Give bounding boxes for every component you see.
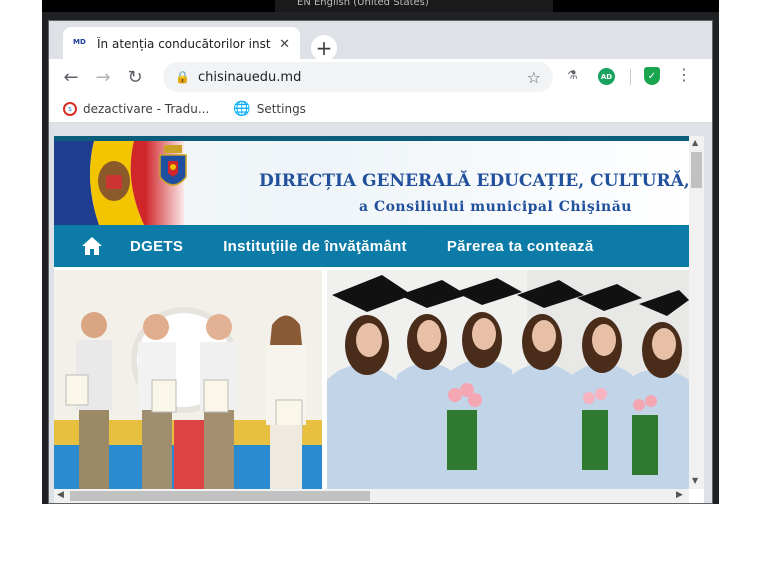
nav-item-dgets[interactable]: DGETS xyxy=(130,238,183,255)
banner-subtitle: a Consiliului municipal Chişinău xyxy=(359,199,632,215)
nav-item-parerea[interactable]: Părerea ta contează xyxy=(447,238,594,255)
site-favicon: MD xyxy=(73,38,86,46)
bookmark-star-icon[interactable]: ☆ xyxy=(527,68,541,87)
translate-bookmark-icon: s xyxy=(63,101,77,116)
scroll-left-arrow-icon[interactable]: ◀ xyxy=(57,490,64,500)
new-tab-button[interactable]: + xyxy=(311,35,337,61)
page-viewport: DIRECȚIA GENERALĂ EDUCAȚIE, CULTURĂ, TIN… xyxy=(54,136,704,503)
nav-item-institutii[interactable]: Instituţiile de învăţământ xyxy=(223,238,407,255)
reload-button[interactable]: ↻ xyxy=(119,67,151,88)
tab-title: În atenția conducătorilor instituți xyxy=(97,37,271,51)
adblock-extension-icon[interactable]: AD xyxy=(598,68,615,85)
extension-icon[interactable]: ⚗ xyxy=(567,68,578,82)
screenshot: EN English (United States) — ▢ ✕ MD În a… xyxy=(0,0,765,562)
graduates-in-caps-photo[interactable] xyxy=(327,270,689,489)
site-banner: DIRECȚIA GENERALĂ EDUCAȚIE, CULTURĂ, TIN… xyxy=(54,141,689,225)
lock-icon[interactable]: 🔒 xyxy=(175,70,190,84)
scroll-down-arrow-icon[interactable]: ▼ xyxy=(692,476,698,485)
bookmark-settings[interactable]: Settings xyxy=(257,102,306,116)
horizontal-scroll-thumb[interactable] xyxy=(70,491,370,501)
horizontal-scrollbar[interactable]: ◀ ▶ xyxy=(54,489,689,503)
vertical-scroll-thumb[interactable] xyxy=(691,152,702,188)
bookmark-translate[interactable]: dezactivare - Tradu... xyxy=(83,102,209,116)
home-icon[interactable] xyxy=(54,236,130,256)
address-bar[interactable]: 🔒 chisinauedu.md ☆ xyxy=(163,62,553,92)
bookmarks-bar: s dezactivare - Tradu... 🌐 Settings xyxy=(49,95,712,123)
banner-title: DIRECȚIA GENERALĂ EDUCAȚIE, CULTURĂ, TIN… xyxy=(259,171,689,191)
shield-extension-icon[interactable]: ✓ xyxy=(644,67,660,85)
chisinau-coat-of-arms-icon xyxy=(159,145,187,186)
students-with-diplomas-photo[interactable] xyxy=(54,270,322,489)
scroll-right-arrow-icon[interactable]: ▶ xyxy=(676,490,683,500)
tab-close-icon[interactable]: ✕ xyxy=(279,37,290,52)
vertical-scrollbar[interactable]: ▲ ▼ xyxy=(689,136,704,489)
toolbar-divider xyxy=(630,69,631,85)
site-navigation: DGETS Instituţiile de învăţământ Părerea… xyxy=(54,225,689,267)
scroll-up-arrow-icon[interactable]: ▲ xyxy=(692,138,698,147)
forward-button[interactable]: → xyxy=(87,67,119,88)
photo-slider xyxy=(54,267,689,489)
browser-toolbar: ← → ↻ 🔒 chisinauedu.md ☆ ⚗ AD ✓ ⋮ xyxy=(49,59,712,95)
browser-tab[interactable]: MD În atenția conducătorilor instituți ✕ xyxy=(63,27,300,61)
globe-icon: 🌐 xyxy=(233,100,251,117)
back-button[interactable]: ← xyxy=(55,67,87,88)
url-text[interactable]: chisinauedu.md xyxy=(198,70,527,85)
browser-menu-icon[interactable]: ⋮ xyxy=(676,65,692,84)
